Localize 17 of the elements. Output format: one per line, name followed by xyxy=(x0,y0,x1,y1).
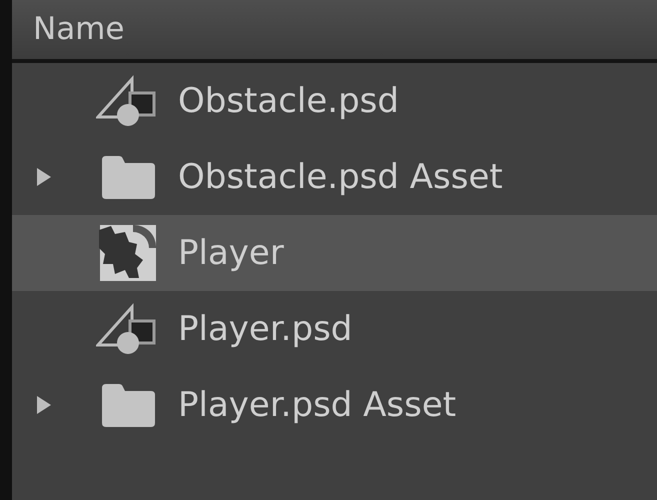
item-name: Obstacle.psd xyxy=(178,80,399,122)
list-row[interactable]: Player xyxy=(12,215,657,291)
folder-icon xyxy=(99,154,157,200)
composition-gear-icon xyxy=(99,224,157,282)
item-name: Player xyxy=(178,232,284,274)
item-name: Player.psd Asset xyxy=(178,384,456,426)
item-name: Obstacle.psd Asset xyxy=(178,156,503,198)
list-row[interactable]: Player.psd xyxy=(12,291,657,367)
folder-icon xyxy=(99,382,157,428)
item-name: Player.psd xyxy=(178,308,352,350)
list-row[interactable]: Obstacle.psd xyxy=(12,63,657,139)
expand-triangle-icon[interactable] xyxy=(36,394,52,416)
column-title: Name xyxy=(33,10,124,50)
expand-triangle-icon[interactable] xyxy=(36,166,52,188)
list-row[interactable]: Obstacle.psd Asset xyxy=(12,139,657,215)
list-row[interactable]: Player.psd Asset xyxy=(12,367,657,443)
column-header[interactable]: Name xyxy=(12,0,657,63)
